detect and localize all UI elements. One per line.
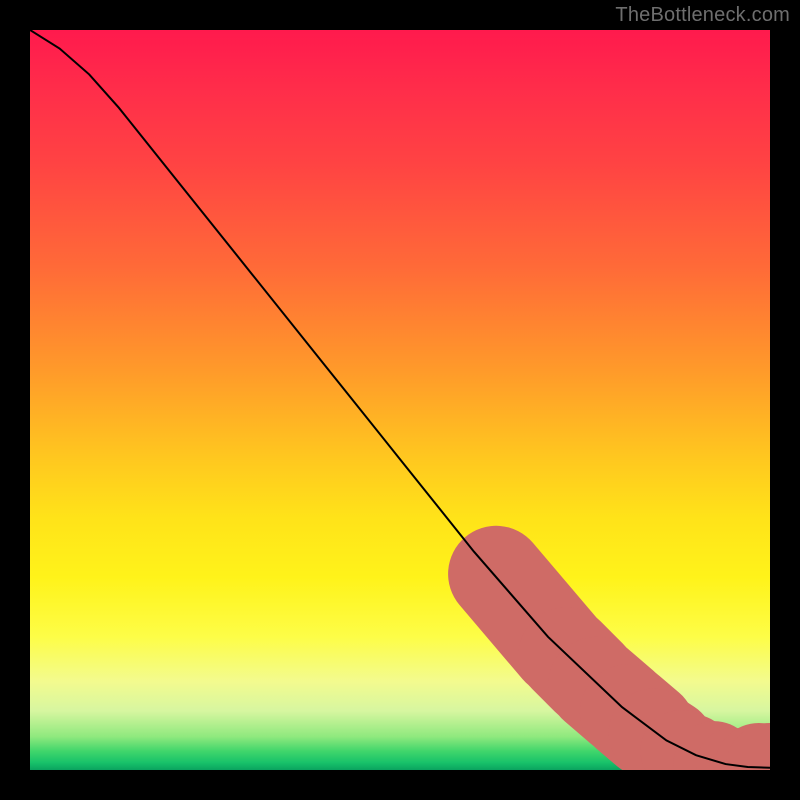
plot-area [30,30,770,770]
watermark-text: TheBottleneck.com [615,4,790,27]
bottleneck-curve [30,30,770,768]
chart-frame: TheBottleneck.com [0,0,800,800]
data-markers-group [496,574,770,770]
chart-overlay [30,30,770,770]
